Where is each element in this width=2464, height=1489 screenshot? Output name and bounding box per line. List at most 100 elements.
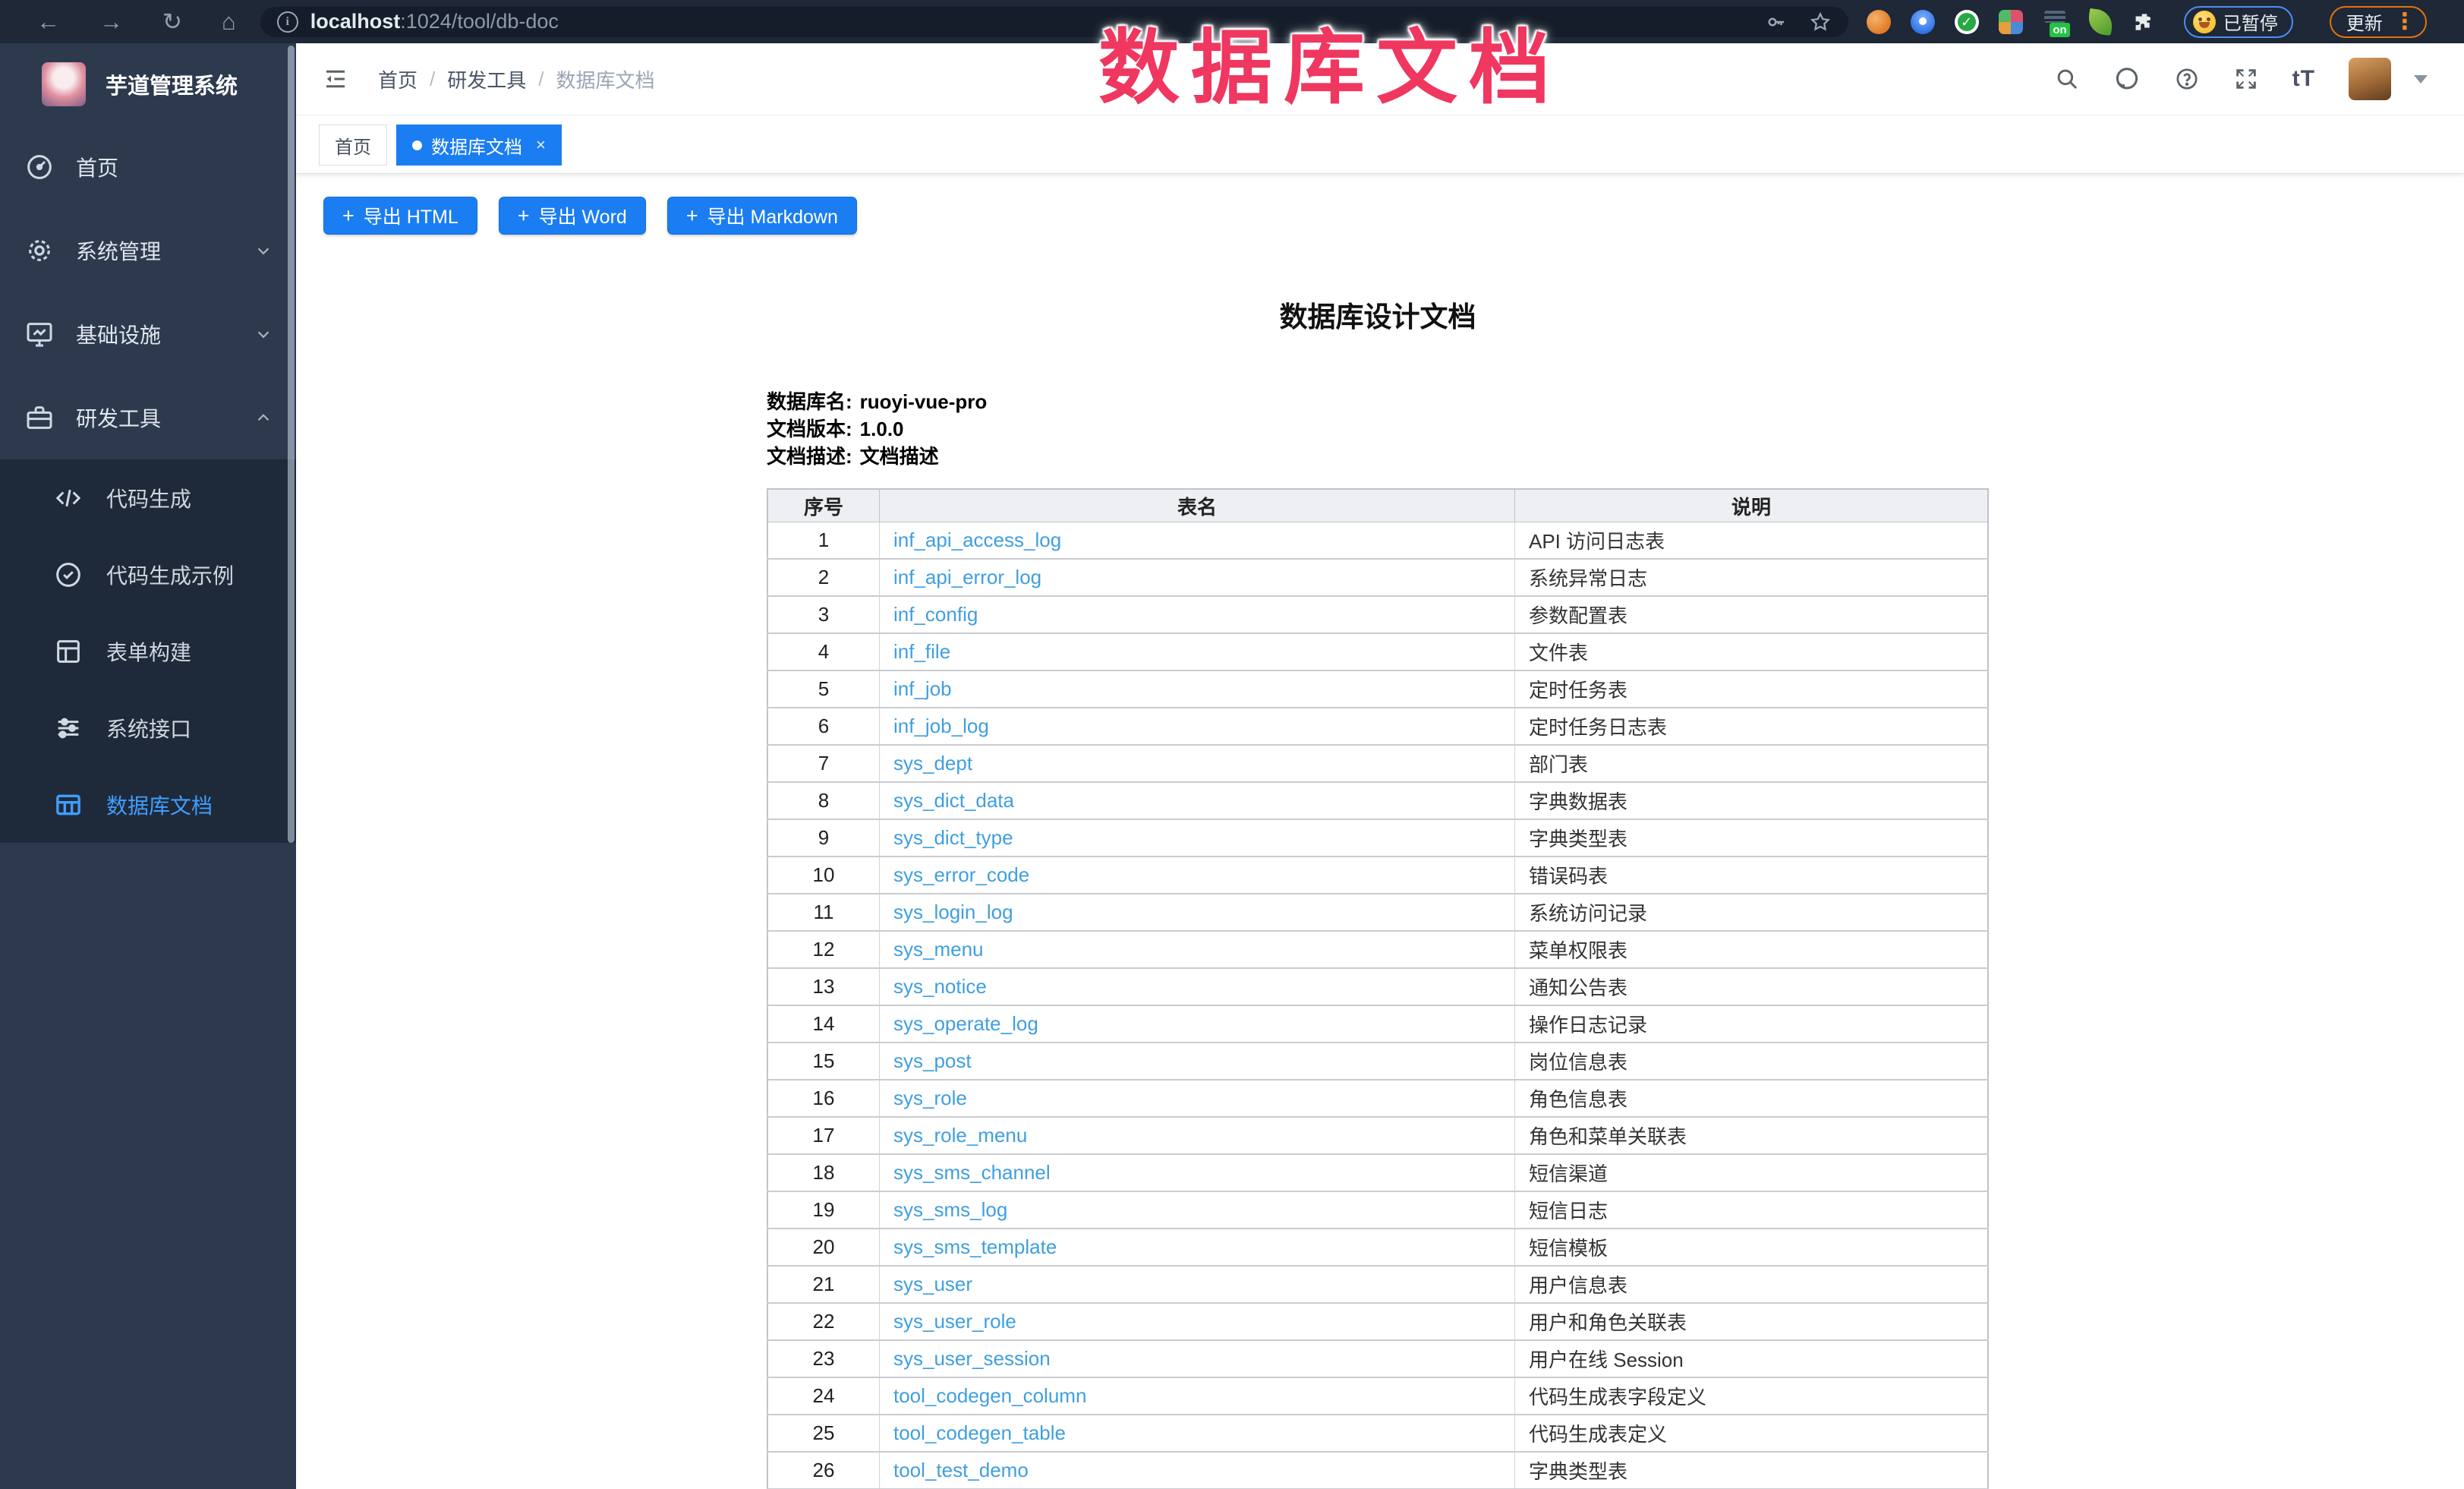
table-name-link[interactable]: inf_job_log bbox=[893, 715, 989, 737]
table-name-link[interactable]: inf_file bbox=[893, 640, 950, 663]
row-number: 9 bbox=[767, 819, 880, 856]
row-table-name-cell: sys_role_menu bbox=[880, 1117, 1515, 1154]
help-icon[interactable] bbox=[2174, 66, 2200, 92]
font-size-icon[interactable]: tT bbox=[2292, 66, 2315, 92]
reload-icon[interactable]: ↻ bbox=[162, 10, 182, 33]
table-name-link[interactable]: sys_sms_template bbox=[893, 1235, 1057, 1258]
row-description: 角色信息表 bbox=[1515, 1080, 1989, 1117]
avatar-caret-icon[interactable] bbox=[2414, 75, 2428, 84]
table-row: 18sys_sms_channel短信渠道 bbox=[767, 1154, 1988, 1191]
table-name-link[interactable]: sys_user bbox=[893, 1273, 972, 1295]
forward-icon[interactable]: → bbox=[99, 10, 123, 33]
profile-paused-chip[interactable]: 已暂停 bbox=[2184, 6, 2293, 38]
user-avatar[interactable] bbox=[2349, 58, 2391, 100]
meta-doc-description: 文档描述:文档描述 bbox=[767, 443, 1989, 470]
gear-icon bbox=[24, 235, 55, 266]
table-name-link[interactable]: sys_user_role bbox=[893, 1310, 1016, 1333]
table-name-link[interactable]: sys_menu bbox=[893, 938, 984, 961]
table-name-link[interactable]: sys_role bbox=[893, 1087, 967, 1109]
table-name-link[interactable]: sys_role_menu bbox=[893, 1124, 1027, 1147]
row-number: 21 bbox=[767, 1266, 880, 1303]
sidebar-item-infrastructure[interactable]: 基础设施 bbox=[0, 292, 296, 376]
db-table-body: 1inf_api_access_logAPI 访问日志表2inf_api_err… bbox=[767, 522, 1988, 1489]
breadcrumb-home[interactable]: 首页 bbox=[378, 65, 417, 93]
export-markdown-button[interactable]: 导出 Markdown bbox=[667, 197, 857, 235]
table-row: 9sys_dict_type字典类型表 bbox=[767, 819, 1988, 856]
extension-icon-grid[interactable] bbox=[1999, 10, 2023, 34]
table-name-link[interactable]: sys_post bbox=[893, 1049, 972, 1072]
table-name-link[interactable]: tool_codegen_column bbox=[893, 1384, 1086, 1407]
chrome-update-button[interactable]: 更新 ⋮ bbox=[2330, 6, 2427, 38]
row-number: 12 bbox=[767, 931, 880, 968]
table-name-link[interactable]: sys_login_log bbox=[893, 901, 1013, 923]
table-name-link[interactable]: sys_dict_type bbox=[893, 826, 1013, 849]
app-title: 芋道管理系统 bbox=[106, 68, 238, 100]
table-name-link[interactable]: sys_user_session bbox=[893, 1347, 1051, 1370]
extension-icon-green-check[interactable] bbox=[1955, 10, 1979, 34]
extension-icon-switch-on[interactable] bbox=[2043, 10, 2069, 34]
table-name-link[interactable]: sys_sms_log bbox=[893, 1198, 1007, 1221]
table-name-link[interactable]: tool_test_demo bbox=[893, 1459, 1029, 1481]
search-icon[interactable] bbox=[2054, 66, 2080, 92]
password-key-icon[interactable] bbox=[1765, 11, 1788, 33]
bookmark-star-icon[interactable] bbox=[1809, 11, 1832, 33]
table-row: 15 sys_post 岗位信息表 bbox=[767, 1043, 1988, 1080]
sidebar-item-system-management[interactable]: 系统管理 bbox=[0, 209, 296, 292]
site-info-icon[interactable]: i bbox=[277, 11, 298, 33]
table-name-link[interactable]: inf_config bbox=[893, 603, 978, 626]
extensions-puzzle-icon[interactable] bbox=[2132, 10, 2157, 34]
sidebar-item-form-builder[interactable]: 表单构建 bbox=[0, 613, 296, 689]
extension-icon-pin[interactable] bbox=[1911, 10, 1935, 34]
row-description: API 访问日志表 bbox=[1515, 522, 1989, 560]
back-icon[interactable]: ← bbox=[36, 10, 60, 33]
sidebar-item-dev-tools[interactable]: 研发工具 bbox=[0, 376, 296, 459]
table-name-link[interactable]: inf_api_access_log bbox=[893, 528, 1061, 551]
table-name-link[interactable]: inf_api_error_log bbox=[893, 566, 1041, 588]
table-row: 10sys_error_code错误码表 bbox=[767, 856, 1988, 894]
sidebar-collapse-icon[interactable] bbox=[322, 65, 349, 93]
sidebar-scrollbar[interactable] bbox=[288, 46, 295, 843]
extension-icon-orange[interactable] bbox=[1867, 10, 1891, 34]
document-title: 数据库设计文档 bbox=[767, 294, 1989, 335]
table-name-link[interactable]: sys_sms_channel bbox=[893, 1161, 1051, 1184]
export-buttons-row: 导出 HTML 导出 Word 导出 Markdown bbox=[323, 197, 2464, 235]
table-row: 14sys_operate_log操作日志记录 bbox=[767, 1005, 1988, 1043]
row-description: 岗位信息表 bbox=[1515, 1043, 1989, 1080]
screen: ← → ↻ ⌂ i localhost:1024/tool/db-doc bbox=[0, 0, 2464, 1489]
document-meta: 数据库名:ruoyi-vue-pro 文档版本:1.0.0 文档描述:文档描述 bbox=[767, 388, 1989, 470]
export-word-button[interactable]: 导出 Word bbox=[499, 197, 646, 235]
row-number: 15 bbox=[767, 1043, 880, 1080]
row-number: 2 bbox=[767, 559, 880, 596]
sidebar-item-db-doc[interactable]: 数据库文档 bbox=[0, 766, 296, 843]
fullscreen-icon[interactable] bbox=[2233, 66, 2259, 92]
tab-db-doc[interactable]: 数据库文档 × bbox=[396, 125, 562, 166]
home-icon[interactable]: ⌂ bbox=[222, 10, 236, 33]
tab-home[interactable]: 首页 bbox=[319, 125, 387, 166]
breadcrumb-dev-tools[interactable]: 研发工具 bbox=[447, 65, 526, 93]
export-html-button[interactable]: 导出 HTML bbox=[323, 197, 477, 235]
app-logo-row[interactable]: 芋道管理系统 bbox=[0, 43, 296, 125]
table-name-link[interactable]: sys_error_code bbox=[893, 863, 1029, 886]
table-name-link[interactable]: inf_job bbox=[893, 677, 952, 700]
sidebar-item-codegen-example[interactable]: 代码生成示例 bbox=[0, 536, 296, 613]
sidebar-item-system-api[interactable]: 系统接口 bbox=[0, 689, 296, 766]
table-name-link[interactable]: sys_dept bbox=[893, 752, 972, 774]
table-row: 3inf_config参数配置表 bbox=[767, 596, 1988, 633]
row-number: 22 bbox=[767, 1303, 880, 1340]
row-table-name-cell: sys_dict_data bbox=[880, 782, 1515, 819]
sidebar-item-code-generation[interactable]: 代码生成 bbox=[0, 459, 296, 536]
table-name-link[interactable]: sys_dict_data bbox=[893, 789, 1014, 812]
url-bar[interactable]: i localhost:1024/tool/db-doc bbox=[260, 7, 1848, 37]
meta-doc-version: 文档版本:1.0.0 bbox=[767, 415, 1989, 443]
table-row: 2inf_api_error_log系统异常日志 bbox=[767, 559, 1988, 596]
table-name-link[interactable]: sys_operate_log bbox=[893, 1012, 1038, 1035]
table-name-link[interactable]: sys_notice bbox=[893, 975, 987, 998]
row-table-name-cell: tool_test_demo bbox=[880, 1452, 1515, 1489]
tab-close-icon[interactable]: × bbox=[536, 135, 546, 155]
row-number: 3 bbox=[767, 596, 880, 633]
table-name-link[interactable]: tool_codegen_table bbox=[893, 1421, 1066, 1444]
github-icon[interactable] bbox=[2113, 65, 2141, 93]
chrome-menu-icon[interactable]: ⋮ bbox=[2393, 11, 2416, 33]
extension-icon-leaf[interactable] bbox=[2087, 8, 2114, 35]
sidebar-item-home[interactable]: 首页 bbox=[0, 125, 296, 209]
